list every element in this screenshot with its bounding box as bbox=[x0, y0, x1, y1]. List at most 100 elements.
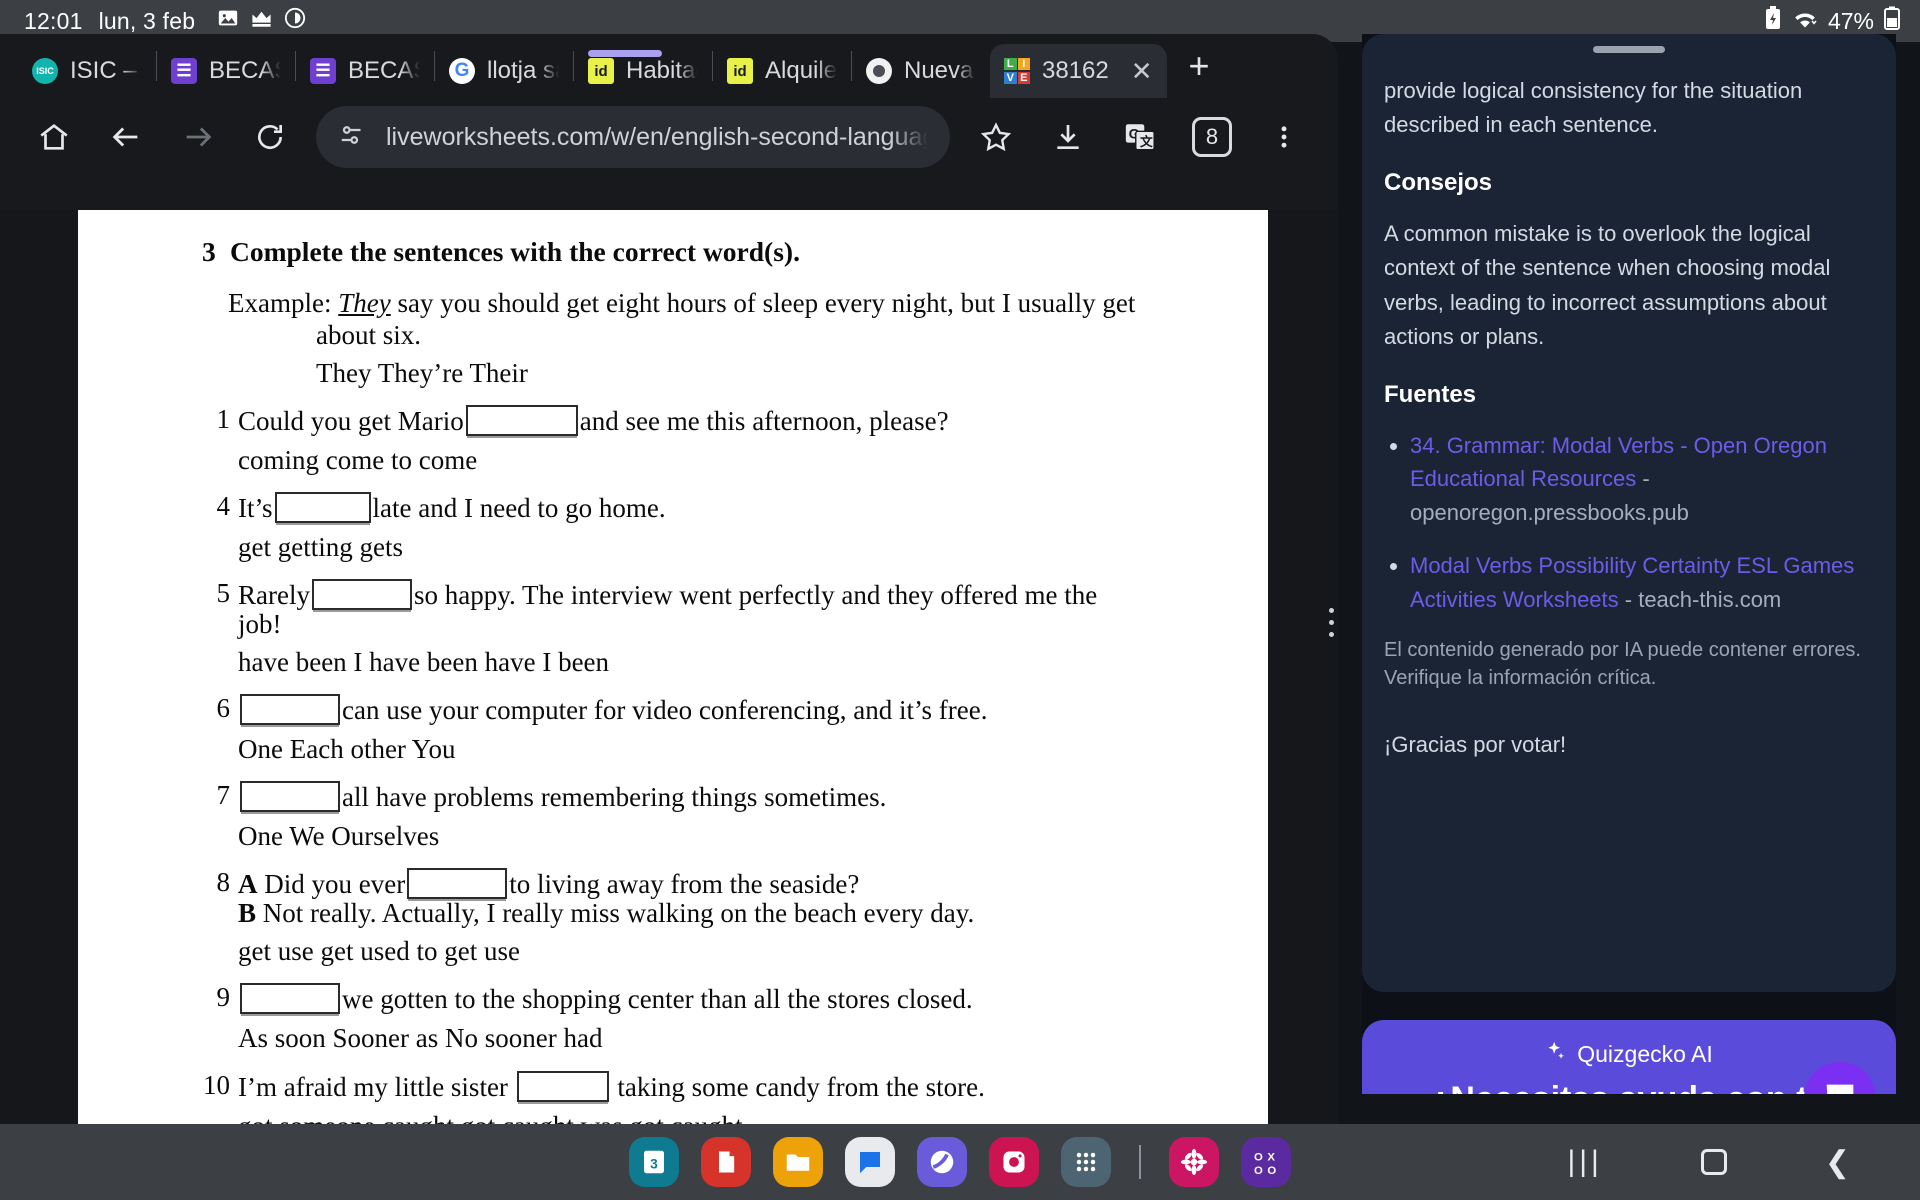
site-settings-icon[interactable] bbox=[338, 120, 368, 155]
recents-icon[interactable]: ||| bbox=[1567, 1145, 1602, 1179]
tab-llotja[interactable]: G llotja sa bbox=[435, 44, 573, 98]
item-options: coming come to come bbox=[238, 444, 478, 475]
ai-sources-heading: Fuentes bbox=[1384, 380, 1477, 408]
item-second-line: job! bbox=[238, 608, 282, 639]
heading-text: Complete the sentences with the correct … bbox=[230, 236, 800, 267]
crown-icon bbox=[250, 8, 273, 35]
battery-percent: 47% bbox=[1827, 7, 1874, 34]
battery-icon bbox=[1884, 6, 1900, 36]
sparkle-icon bbox=[1545, 1040, 1567, 1068]
ai-sources-list: 34. Grammar: Modal Verbs - Open Oregon E… bbox=[1384, 429, 1874, 616]
files-app-icon[interactable] bbox=[773, 1137, 823, 1187]
forms-icon: ☰ bbox=[171, 58, 197, 84]
item-number: 7 bbox=[216, 780, 231, 811]
example-options: They They’re Their bbox=[316, 357, 528, 388]
example-answer: They bbox=[338, 287, 391, 318]
status-bar-right: 47% bbox=[1764, 6, 1900, 36]
item-number: 10 bbox=[203, 1069, 230, 1100]
tab-label: 38162 bbox=[1042, 57, 1109, 84]
answer-input[interactable] bbox=[516, 1070, 609, 1102]
back-chevron-icon[interactable]: ❮ bbox=[1825, 1145, 1850, 1180]
app-drawer-icon[interactable] bbox=[1061, 1137, 1111, 1187]
answer-input[interactable] bbox=[240, 983, 340, 1015]
svg-text:O: O bbox=[1267, 1165, 1276, 1177]
item-options: As soon Sooner as No sooner had bbox=[238, 1023, 603, 1054]
tab-label: Alquiler bbox=[765, 57, 837, 84]
tab-becas-2[interactable]: ☰ BECAS ( bbox=[296, 44, 434, 98]
panel-drag-handle[interactable] bbox=[1329, 608, 1334, 637]
example-continuation: about six. bbox=[316, 319, 421, 350]
tab-label: ISIC – C bbox=[70, 57, 142, 84]
list-item: 34. Grammar: Modal Verbs - Open Oregon E… bbox=[1410, 429, 1874, 529]
speaker-a-label: A bbox=[238, 869, 258, 900]
google-icon: G bbox=[449, 58, 475, 84]
tab-alquiler[interactable]: id Alquiler bbox=[713, 44, 851, 98]
url-text: liveworksheets.com/w/en/english-second-l… bbox=[386, 122, 928, 151]
item-text-after: late and I need to go home. bbox=[372, 492, 666, 523]
tab-label: BECAS ( bbox=[209, 57, 281, 84]
tab-loading-indicator bbox=[588, 50, 662, 57]
worksheet-item: 6 can use your computer for video confer… bbox=[217, 694, 1228, 765]
home-square-icon[interactable] bbox=[1700, 1149, 1727, 1175]
address-bar[interactable]: liveworksheets.com/w/en/english-second-l… bbox=[316, 106, 950, 168]
svg-text:X: X bbox=[1267, 1152, 1275, 1164]
ai-intro-text: provide logical consistency for the situ… bbox=[1384, 78, 1803, 138]
tab-nueva-pestana[interactable]: Nueva p bbox=[852, 44, 990, 98]
worksheet-item: 8 A Did you ever to living away from the … bbox=[217, 868, 1228, 967]
documents-app-icon[interactable] bbox=[701, 1137, 751, 1187]
item-options: get use get used to get use bbox=[238, 936, 520, 967]
answer-input[interactable] bbox=[465, 404, 578, 436]
ai-answer-card: provide logical consistency for the situ… bbox=[1362, 34, 1896, 992]
back-arrow-icon[interactable] bbox=[90, 106, 162, 168]
status-date: lun, 3 feb bbox=[98, 7, 196, 34]
oxo-app-icon[interactable]: OXOO bbox=[1241, 1137, 1291, 1187]
source-link[interactable]: 34. Grammar: Modal Verbs - Open Oregon E… bbox=[1410, 433, 1827, 491]
calendar-app-icon[interactable]: 3 bbox=[629, 1137, 679, 1187]
messages-app-icon[interactable] bbox=[845, 1137, 895, 1187]
ai-answer-panel: provide logical consistency for the situ… bbox=[1362, 34, 1896, 1094]
tab-becas-1[interactable]: ☰ BECAS ( bbox=[157, 44, 295, 98]
answer-input[interactable] bbox=[240, 781, 340, 813]
item-options: One Each other You bbox=[238, 734, 456, 765]
battery-saver-icon bbox=[1764, 6, 1782, 36]
google-translate-icon[interactable]: G文 bbox=[1104, 106, 1176, 168]
forms-icon: ☰ bbox=[310, 58, 336, 84]
photo-editor-app-icon[interactable] bbox=[1169, 1137, 1219, 1187]
worksheet-item: 9 we gotten to the shopping center than … bbox=[217, 983, 1228, 1054]
system-nav-buttons: ||| ❮ bbox=[1567, 1145, 1850, 1180]
tab-isic[interactable]: ISIC ISIC – C bbox=[18, 44, 156, 98]
reload-icon[interactable] bbox=[234, 106, 306, 168]
close-icon[interactable]: ✕ bbox=[1121, 58, 1159, 84]
drag-handle-icon[interactable] bbox=[1593, 46, 1665, 53]
ai-disclaimer: El contenido generado por IA puede conte… bbox=[1384, 639, 1861, 690]
instagram-app-icon[interactable] bbox=[989, 1137, 1039, 1187]
tab-counter-button[interactable]: 8 bbox=[1176, 106, 1248, 168]
example-line: Example: They say you should get eight h… bbox=[228, 289, 1228, 317]
new-tab-button[interactable]: + bbox=[1167, 48, 1232, 84]
item-number: 9 bbox=[216, 982, 231, 1013]
item-text-before: Did you ever bbox=[264, 869, 406, 900]
item-number: 6 bbox=[216, 693, 231, 724]
tab-habitacion[interactable]: id Habitac bbox=[574, 44, 712, 98]
download-icon[interactable] bbox=[1032, 106, 1104, 168]
worksheet-item: 1 Could you get Mario and see me this aft… bbox=[217, 404, 1228, 475]
home-icon[interactable] bbox=[18, 106, 90, 168]
answer-input[interactable] bbox=[311, 578, 412, 610]
answer-input[interactable] bbox=[407, 868, 508, 900]
item-number: 1 bbox=[216, 403, 231, 434]
tab-38162-active[interactable]: LIVE 38162 ✕ bbox=[990, 44, 1167, 98]
svg-text:3: 3 bbox=[650, 1156, 658, 1171]
answer-input[interactable] bbox=[274, 491, 371, 523]
samsung-internet-app-icon[interactable] bbox=[917, 1137, 967, 1187]
svg-text:O: O bbox=[1254, 1152, 1263, 1164]
answer-input[interactable] bbox=[240, 694, 340, 726]
worksheet-item: 10 I’m afraid my little sister taking so… bbox=[203, 1070, 1228, 1124]
heading-number: 3 bbox=[202, 236, 216, 267]
three-dot-menu-icon[interactable] bbox=[1248, 106, 1320, 168]
item-text-after: all have problems remembering things som… bbox=[342, 782, 887, 813]
star-icon[interactable] bbox=[960, 106, 1032, 168]
quizgecko-brand-label: Quizgecko AI bbox=[1577, 1040, 1713, 1067]
item-options: One We Ourselves bbox=[238, 821, 440, 852]
worksheet-item: 5 Rarely so happy. The interview went per… bbox=[217, 578, 1228, 676]
item-text-before: Could you get Mario bbox=[238, 405, 464, 436]
